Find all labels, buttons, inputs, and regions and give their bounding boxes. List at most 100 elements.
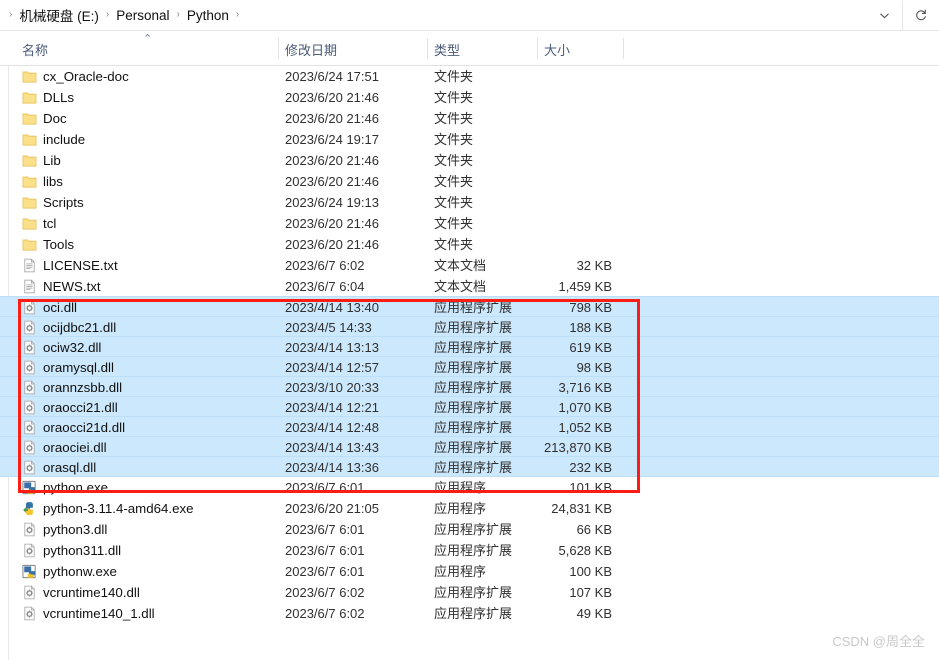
dll-file-icon [24,400,35,415]
file-type-cell: 文件夹 [434,111,474,126]
python-installer-icon [22,501,37,516]
column-divider[interactable] [427,38,428,59]
file-date-cell: 2023/4/14 13:43 [285,440,379,455]
file-list[interactable]: cx_Oracle-doc 2023/6/24 17:51 文件夹 DLLs 2023/… [0,66,939,660]
folder-icon [22,174,37,189]
file-name-cell: DLLs [43,90,75,105]
file-row[interactable]: python3.dll 2023/6/7 6:01 应用程序扩展 66 KB [0,519,939,540]
folder-icon [22,197,37,209]
column-divider[interactable] [278,38,279,59]
file-name-cell: oraociei.dll [43,440,107,455]
file-name-cell: Tools [43,237,75,252]
file-row[interactable]: pythonw.exe 2023/6/7 6:01 应用程序 100 KB [0,561,939,582]
file-row[interactable]: cx_Oracle-doc 2023/6/24 17:51 文件夹 [0,66,939,87]
dll-file-icon [22,585,37,600]
dll-file-icon [24,522,35,537]
dll-file-icon [22,440,37,455]
breadcrumb-trailing-chevron-icon[interactable]: › [231,10,244,20]
file-name-cell: Scripts [43,195,84,210]
file-row[interactable]: orasql.dll 2023/4/14 13:36 应用程序扩展 232 KB [0,456,939,477]
column-header-name[interactable]: 名称 [22,31,48,65]
file-type-cell: 文件夹 [434,216,474,231]
folder-icon [22,155,37,167]
file-row[interactable]: python311.dll 2023/6/7 6:01 应用程序扩展 5,628 KB [0,540,939,561]
file-name-cell: cx_Oracle-doc [43,69,129,84]
file-size-cell: 188 KB [569,320,612,335]
python-exe-icon [22,564,37,579]
breadcrumb-item-python[interactable]: Python [185,6,231,25]
column-header-row: ⌃ 名称 修改日期 类型 大小 [0,31,939,66]
file-size-cell: 232 KB [569,460,612,475]
file-row[interactable]: oraocci21d.dll 2023/4/14 12:48 应用程序扩展 1,052… [0,416,939,437]
file-type-cell: 文件夹 [434,195,474,210]
file-size-cell: 101 KB [569,480,612,495]
python-exe-icon [22,564,36,579]
dll-file-icon [22,420,37,435]
file-size-cell: 1,070 KB [558,400,613,415]
dll-file-icon [24,340,35,355]
folder-icon [22,134,37,146]
breadcrumb-item-personal[interactable]: Personal [114,6,171,25]
file-row[interactable]: tcl 2023/6/20 21:46 文件夹 [0,213,939,234]
file-date-cell: 2023/6/7 6:01 [285,564,365,579]
file-row[interactable]: vcruntime140_1.dll 2023/6/7 6:02 应用程序扩展 49 … [0,603,939,624]
file-name-cell: Doc [43,111,67,126]
column-header-date-modified[interactable]: 修改日期 [285,31,337,65]
file-row[interactable]: python.exe 2023/6/7 6:01 应用程序 101 KB [0,477,939,498]
file-date-cell: 2023/6/20 21:46 [285,153,379,168]
file-row[interactable]: NEWS.txt 2023/6/7 6:04 文本文档 1,459 KB [0,276,939,297]
folder-icon [22,69,37,84]
file-row[interactable]: libs 2023/6/20 21:46 文件夹 [0,171,939,192]
folder-icon [22,153,37,168]
file-name-cell: oramysql.dll [43,360,114,375]
file-row[interactable]: orannzsbb.dll 2023/3/10 20:33 应用程序扩展 3,716 … [0,376,939,397]
file-row[interactable]: vcruntime140.dll 2023/6/7 6:02 应用程序扩展 107 K… [0,582,939,603]
dll-file-icon [22,320,37,335]
file-row[interactable]: ocijdbc21.dll 2023/4/5 14:33 应用程序扩展 188 KB [0,316,939,337]
column-header-size[interactable]: 大小 [544,31,570,65]
file-type-cell: 文件夹 [434,174,474,189]
dll-file-icon [22,543,37,558]
file-row[interactable]: DLLs 2023/6/20 21:46 文件夹 [0,87,939,108]
file-date-cell: 2023/6/7 6:02 [285,606,365,621]
file-type-cell: 文件夹 [434,132,474,147]
address-bar[interactable]: › 机械硬盘 (E:) › Personal › Python › [0,0,939,31]
file-row[interactable]: Doc 2023/6/20 21:46 文件夹 [0,108,939,129]
history-dropdown-button[interactable] [866,0,902,31]
file-date-cell: 2023/6/20 21:46 [285,237,379,252]
dll-file-icon [24,420,35,435]
file-row[interactable]: oraociei.dll 2023/4/14 13:43 应用程序扩展 213,870… [0,436,939,457]
folder-icon [22,111,37,126]
file-row[interactable]: python-3.11.4-amd64.exe 2023/6/20 21:05 应用… [0,498,939,519]
file-name-cell: include [43,132,86,147]
breadcrumb-chevron-icon[interactable]: › [101,10,114,20]
dll-file-icon [22,380,37,395]
text-file-icon [22,279,37,294]
breadcrumb[interactable]: › 机械硬盘 (E:) › Personal › Python › [0,0,866,30]
folder-icon [22,237,37,252]
file-date-cell: 2023/4/14 12:48 [285,420,379,435]
sort-ascending-icon: ⌃ [143,33,153,45]
column-divider[interactable] [537,38,538,59]
folder-icon [22,90,37,105]
column-header-type[interactable]: 类型 [434,31,460,65]
file-row[interactable]: Scripts 2023/6/24 19:13 文件夹 [0,192,939,213]
chevron-down-icon [879,12,889,18]
file-row[interactable]: Lib 2023/6/20 21:46 文件夹 [0,150,939,171]
breadcrumb-chevron-icon[interactable]: › [171,10,184,20]
breadcrumb-item-drive[interactable]: 机械硬盘 (E:) [17,3,101,27]
file-row[interactable]: LICENSE.txt 2023/6/7 6:02 文本文档 32 KB [0,255,939,276]
file-size-cell: 3,716 KB [558,380,613,395]
file-row[interactable]: Tools 2023/6/20 21:46 文件夹 [0,234,939,255]
file-row[interactable]: oci.dll 2023/4/14 13:40 应用程序扩展 798 KB [0,296,939,317]
file-row[interactable]: include 2023/6/24 19:17 文件夹 [0,129,939,150]
file-size-cell: 24,831 KB [551,501,612,516]
file-size-cell: 98 KB [576,360,612,375]
file-row[interactable]: ociw32.dll 2023/4/14 13:13 应用程序扩展 619 KB [0,336,939,357]
file-row[interactable]: oraocci21.dll 2023/4/14 12:21 应用程序扩展 1,070 … [0,396,939,417]
refresh-button[interactable] [903,0,939,31]
folder-icon [22,216,37,231]
file-date-cell: 2023/6/24 19:13 [285,195,379,210]
file-row[interactable]: oramysql.dll 2023/4/14 12:57 应用程序扩展 98 KB [0,356,939,377]
column-divider[interactable] [623,38,624,59]
